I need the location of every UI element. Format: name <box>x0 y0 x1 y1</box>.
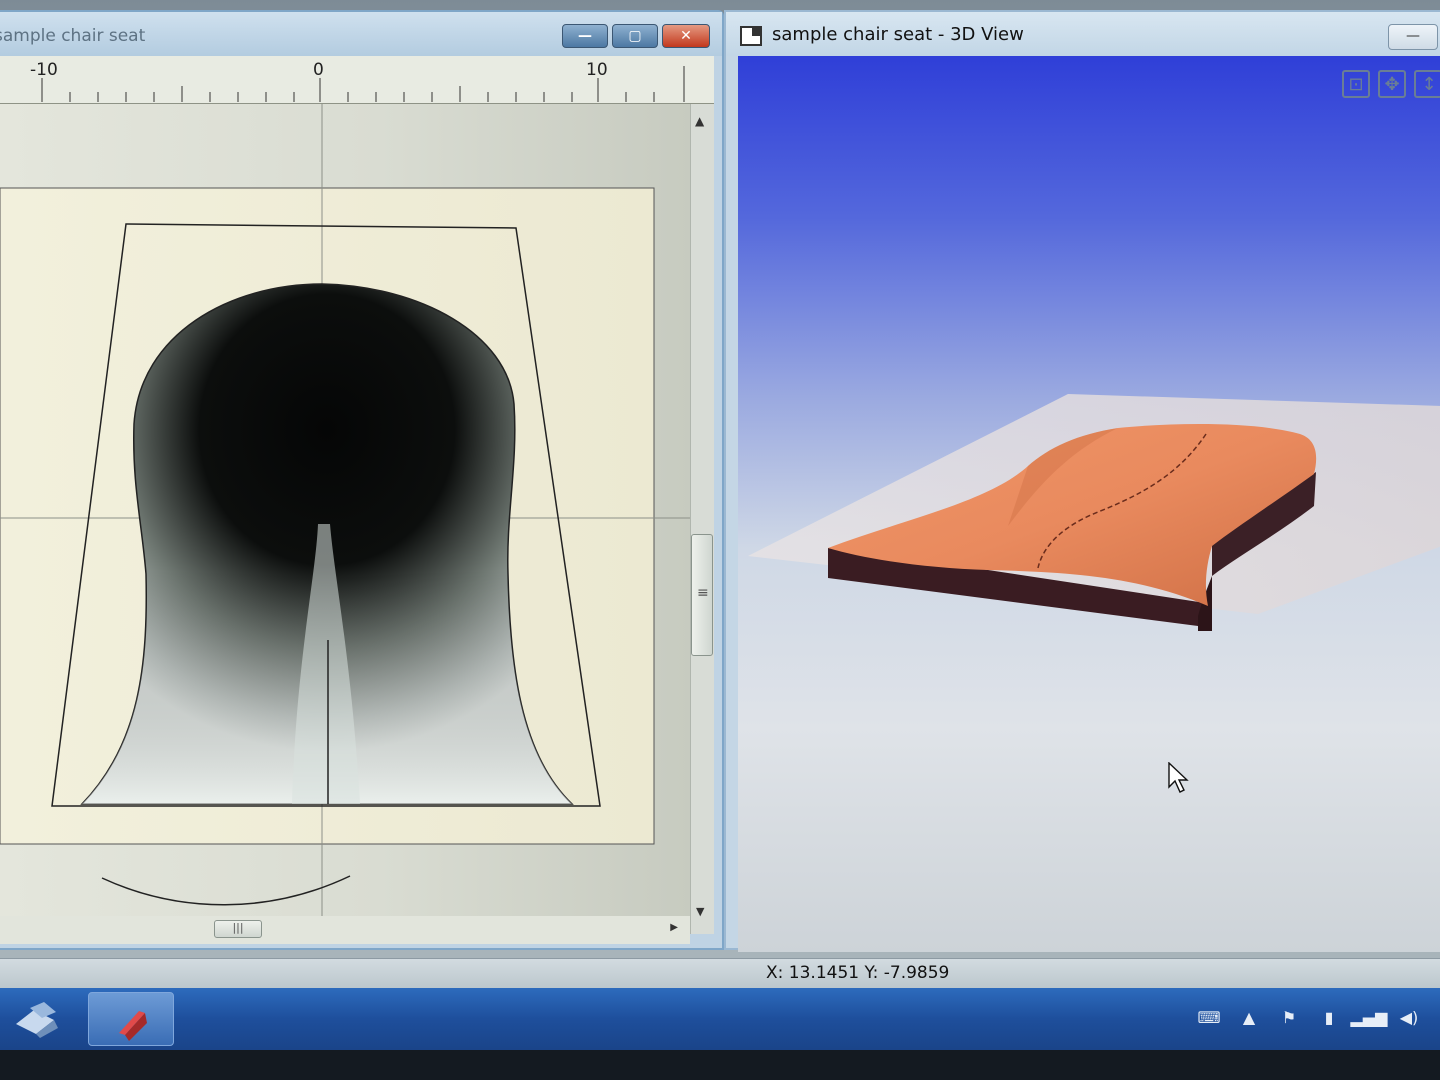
battery-icon[interactable]: ▮ <box>1318 1006 1340 1028</box>
seat-depth-drawing <box>0 104 690 934</box>
ruler-label-neg10: -10 <box>30 60 58 80</box>
top-view-title: sample chair seat <box>0 26 146 46</box>
horizontal-ruler: -10 0 10 <box>0 56 714 104</box>
window-app-icon <box>740 26 762 46</box>
flag-icon[interactable]: ⚑ <box>1278 1006 1300 1028</box>
3d-view-titlebar[interactable]: sample chair seat - 3D View — <box>726 12 1440 56</box>
top-view-titlebar[interactable]: sample chair seat — ▢ ✕ <box>0 12 722 56</box>
start-orb-icon[interactable] <box>10 998 66 1040</box>
cad-app-icon <box>119 1011 147 1041</box>
3d-scene <box>748 394 1440 631</box>
cursor-coordinates: X: 13.1451 Y: -7.9859 <box>766 963 950 983</box>
scroll-down-arrow-icon[interactable]: ▼ <box>696 905 704 918</box>
minimize-button[interactable]: — <box>562 24 608 48</box>
taskbar: ⌨ ▲ ⚑ ▮ ▂▄▆ ◀) <box>0 988 1440 1050</box>
monitor-bezel <box>0 1050 1440 1080</box>
scroll-right-arrow-icon[interactable]: ▶ <box>670 922 678 933</box>
ruler-label-10: 10 <box>586 60 608 80</box>
scroll-up-arrow-icon[interactable]: ▲ <box>695 114 704 128</box>
vertical-scroll-thumb[interactable] <box>691 534 713 656</box>
tray-chevron-icon[interactable]: ▲ <box>1238 1006 1260 1028</box>
status-bar: X: 13.1451 Y: -7.9859 <box>0 958 1440 988</box>
3d-view-title: sample chair seat - 3D View <box>772 24 1024 45</box>
vertical-scrollbar[interactable]: ▲ ▼ <box>690 104 714 934</box>
3d-viewport[interactable]: ⊡ ✥ ↕ <box>738 56 1440 952</box>
3d-minimize-button[interactable]: — <box>1388 24 1438 50</box>
seat-depth-canvas[interactable] <box>0 104 690 934</box>
seat-profile-curve <box>101 875 351 906</box>
close-button[interactable]: ✕ <box>662 24 710 48</box>
ruler-label-0: 0 <box>313 60 324 80</box>
top-view-window: sample chair seat — ▢ ✕ -10 0 10 ▲ ≡ ▼ |… <box>0 10 724 950</box>
maximize-button[interactable]: ▢ <box>612 24 658 48</box>
system-tray: ⌨ ▲ ⚑ ▮ ▂▄▆ ◀) <box>1197 1006 1420 1028</box>
horizontal-scroll-thumb[interactable]: ||| <box>214 920 262 938</box>
volume-icon[interactable]: ◀) <box>1398 1006 1420 1028</box>
keyboard-icon[interactable]: ⌨ <box>1197 1006 1220 1028</box>
horizontal-scrollbar[interactable]: ||| ▶ <box>0 916 690 944</box>
mouse-cursor-icon <box>1168 762 1189 793</box>
signal-icon[interactable]: ▂▄▆ <box>1351 1006 1388 1028</box>
3d-view-window: sample chair seat - 3D View — ⊡ ✥ ↕ <box>724 10 1440 952</box>
taskbar-app-button[interactable] <box>88 992 174 1046</box>
desktop: sample chair seat — ▢ ✕ -10 0 10 ▲ ≡ ▼ |… <box>0 0 1440 1080</box>
